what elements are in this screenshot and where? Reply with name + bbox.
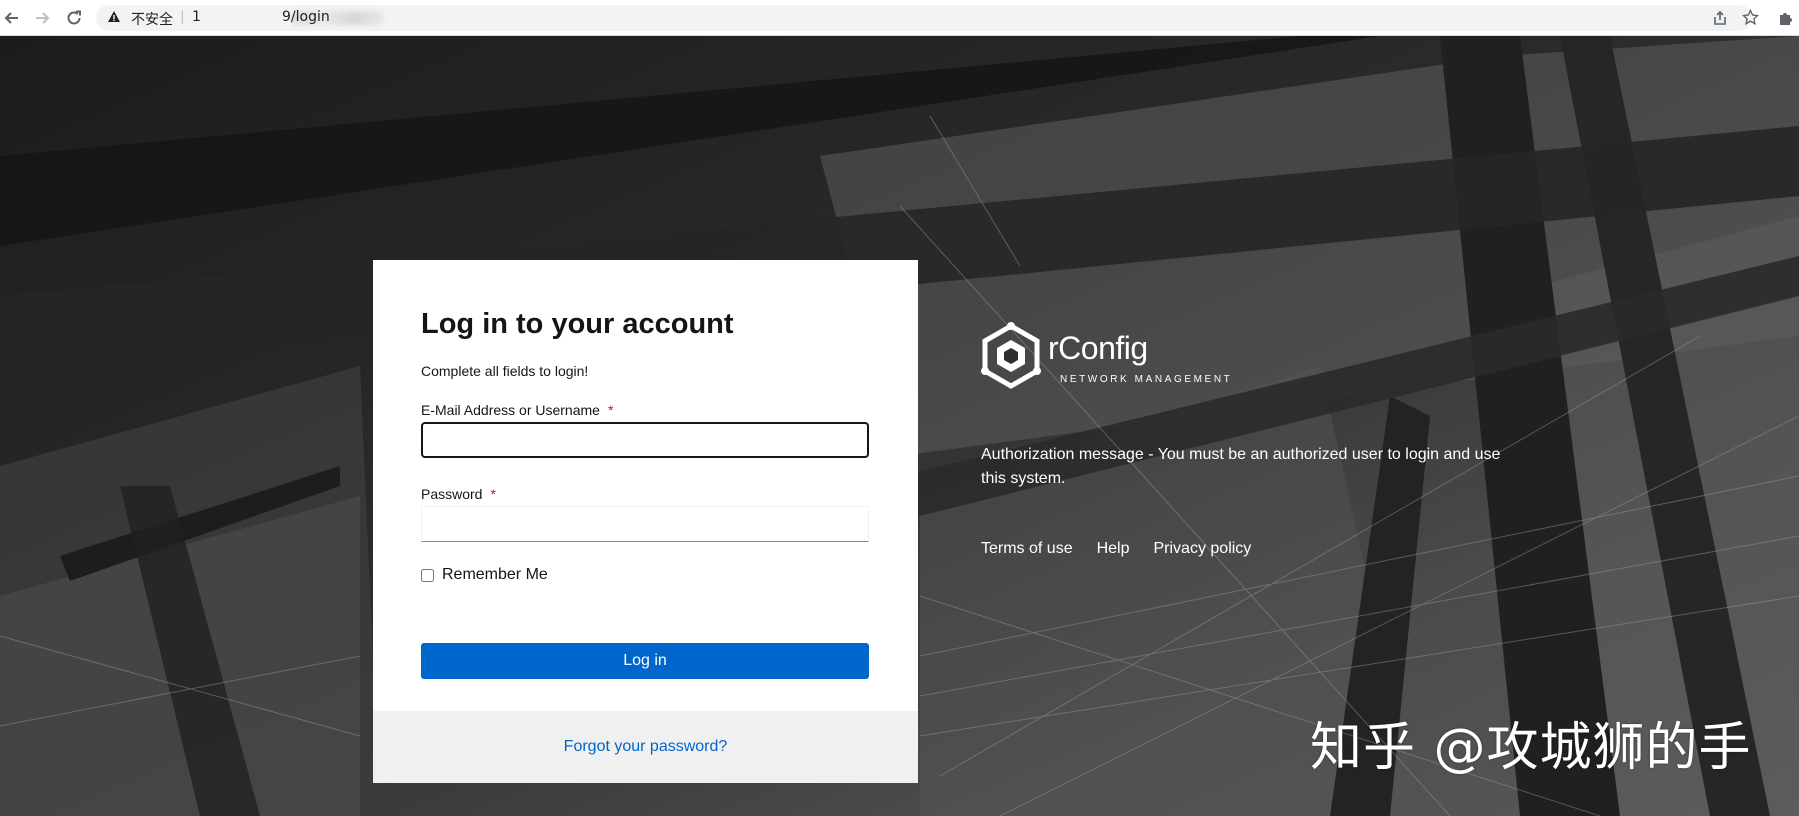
star-icon[interactable] xyxy=(1741,8,1760,31)
login-card: Log in to your account Complete all fiel… xyxy=(373,260,918,783)
card-footer: Forgot your password? xyxy=(373,711,918,783)
rconfig-logo-icon xyxy=(980,322,1042,395)
remember-me-label[interactable]: Remember Me xyxy=(442,566,548,584)
password-input[interactable] xyxy=(421,506,869,542)
form-instructions: Complete all fields to login! xyxy=(421,363,589,379)
username-label: E-Mail Address or Username * xyxy=(421,402,613,418)
reload-icon[interactable] xyxy=(62,6,86,30)
warning-icon[interactable] xyxy=(107,10,121,29)
password-label: Password * xyxy=(421,486,496,502)
url-prefix: 1 xyxy=(192,9,201,25)
username-input[interactable] xyxy=(421,422,869,458)
remember-me[interactable]: Remember Me xyxy=(421,566,548,584)
arrow-left-icon[interactable] xyxy=(0,6,24,30)
terms-of-use-link[interactable]: Terms of use xyxy=(981,540,1073,558)
brand-tagline: NETWORK MANAGEMENT xyxy=(1060,374,1233,385)
url-separator: | xyxy=(180,9,185,25)
forgot-password-link[interactable]: Forgot your password? xyxy=(564,738,728,756)
browser-toolbar: 不安全 | 1 9/login xyxy=(0,0,1799,36)
puzzle-icon[interactable] xyxy=(1774,6,1798,30)
login-button[interactable]: Log in xyxy=(421,643,869,679)
username-label-text: E-Mail Address or Username xyxy=(421,402,600,418)
arrow-right-icon[interactable] xyxy=(30,6,54,30)
share-icon[interactable] xyxy=(1712,10,1728,31)
required-marker: * xyxy=(490,486,496,502)
watermark: 知乎 @攻城狮的手 xyxy=(1310,718,1752,778)
remember-me-checkbox[interactable] xyxy=(421,568,434,582)
authorization-message: Authorization message - You must be an a… xyxy=(981,446,1501,487)
password-label-text: Password xyxy=(421,486,483,502)
address-bar[interactable]: 不安全 | 1 9/login xyxy=(96,5,1760,31)
privacy-policy-link[interactable]: Privacy policy xyxy=(1154,540,1252,558)
security-label: 不安全 xyxy=(131,12,173,28)
url-suffix: 9/login xyxy=(282,9,330,25)
footer-links: Terms of use Help Privacy policy xyxy=(981,540,1251,558)
required-marker: * xyxy=(607,402,614,418)
brand-name: rConfig xyxy=(1048,330,1148,366)
page-title: Log in to your account xyxy=(421,308,734,340)
login-form: Log in to your account Complete all fiel… xyxy=(373,260,918,711)
help-link[interactable]: Help xyxy=(1097,540,1130,558)
brand-logo: rConfig NETWORK MANAGEMENT xyxy=(980,322,1240,394)
